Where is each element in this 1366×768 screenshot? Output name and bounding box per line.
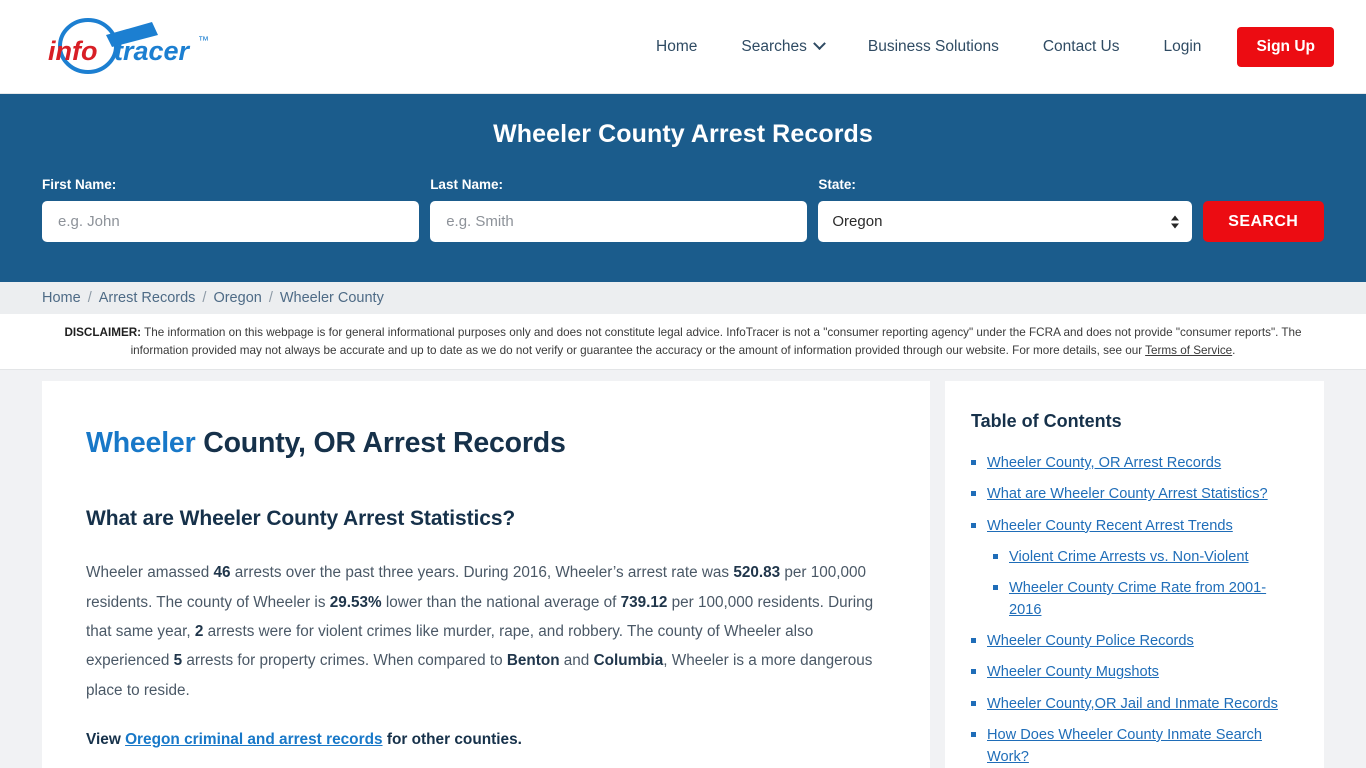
nav-label: Searches [741,37,807,55]
oregon-records-link[interactable]: Oregon criminal and arrest records [125,731,382,748]
view-prefix: View [86,731,126,749]
para-text: and [559,652,594,670]
breadcrumb-item-arrest-records[interactable]: Arrest Records [99,290,196,306]
nav-label: Contact Us [1042,37,1120,55]
stat-total-arrests: 46 [213,564,231,582]
toc-link[interactable]: How Does Wheeler County Inmate Search Wo… [987,724,1296,768]
infotracer-logo-icon: info tracer ™ [48,17,209,74]
breadcrumb-separator: / [268,290,273,306]
bullet-icon [971,669,976,675]
search-banner: Wheeler County Arrest Records First Name… [0,94,1366,282]
stat-national-average: 739.12 [620,593,668,611]
toc-item[interactable]: How Does Wheeler County Inmate Search Wo… [971,724,1296,768]
bullet-icon [971,491,976,497]
site-logo[interactable]: info tracer ™ [40,16,230,78]
breadcrumb-separator: / [87,290,92,306]
search-button[interactable]: SEARCH [1202,201,1324,242]
chevron-down-icon [812,37,826,51]
state-label: State: [818,177,856,192]
breadcrumb-item-home[interactable]: Home [42,290,81,306]
svg-text:info: info [48,36,97,66]
last-name-field-group: Last Name: [430,177,808,242]
nav-label: Home [656,37,698,55]
para-text: Wheeler amassed [86,564,214,582]
banner-title: Wheeler County Arrest Records [493,120,873,148]
toc-subitem[interactable]: Violent Crime Arrests vs. Non-Violent [971,546,1296,568]
para-text: arrests for property crimes. When compar… [182,652,507,670]
page-title-highlight: Wheeler [86,427,196,460]
page-title: Wheeler County, OR Arrest Records [86,427,886,460]
stat-property-arrests: 5 [173,652,183,670]
nav-item-contact-us[interactable]: Contact Us [1021,28,1142,66]
bullet-icon [971,460,976,466]
disclaimer-label: DISCLAIMER: [64,326,142,339]
bullet-icon [971,638,976,644]
toc-list: Wheeler County, OR Arrest Records What a… [971,452,1296,768]
statistics-paragraph: Wheeler amassed 46 arrests over the past… [86,558,886,705]
toc-link[interactable]: Wheeler County, OR Arrest Records [987,452,1221,474]
bullet-icon [971,522,976,528]
toc-item[interactable]: Wheeler County Mugshots [971,661,1296,683]
signup-button[interactable]: Sign Up [1237,26,1334,67]
site-header: info tracer ™ Home Searches Business Sol… [0,0,1366,94]
svg-text:™: ™ [198,35,209,47]
first-name-label: First Name: [42,177,117,192]
view-other-counties-line: View Oregon criminal and arrest records … [86,727,886,753]
para-text: lower than the national average of [381,593,621,611]
state-field-group: State: Oregon [818,177,1192,242]
first-name-input[interactable] [42,201,420,242]
toc-link[interactable]: Violent Crime Arrests vs. Non-Violent [1009,546,1249,568]
toc-item[interactable]: Wheeler County,OR Jail and Inmate Record… [971,693,1296,715]
nav-item-login[interactable]: Login [1142,28,1224,66]
breadcrumb-item-current: Wheeler County [279,290,384,306]
view-suffix: for other counties. [382,731,522,749]
toc-link[interactable]: What are Wheeler County Arrest Statistic… [987,483,1268,505]
breadcrumb-item-oregon[interactable]: Oregon [213,290,261,306]
compare-county-columbia: Columbia [593,652,664,670]
page-body: Wheeler County, OR Arrest Records What a… [0,370,1366,768]
stat-arrest-rate: 520.83 [733,564,781,582]
main-navigation: Home Searches Business Solutions Contact… [634,26,1334,67]
bullet-icon [993,584,998,590]
nav-item-home[interactable]: Home [634,28,719,66]
toc-item[interactable]: What are Wheeler County Arrest Statistic… [971,483,1296,505]
bullet-icon [971,731,976,737]
toc-item[interactable]: Wheeler County Police Records [971,630,1296,652]
toc-link[interactable]: Wheeler County Mugshots [987,661,1159,683]
toc-link[interactable]: Wheeler County Recent Arrest Trends [987,515,1233,537]
toc-link[interactable]: Wheeler County Crime Rate from 2001-2016 [1009,577,1296,621]
toc-title: Table of Contents [971,411,1122,432]
table-of-contents-card: Table of Contents Wheeler County, OR Arr… [945,381,1324,768]
toc-link[interactable]: Wheeler County,OR Jail and Inmate Record… [987,693,1278,715]
last-name-input[interactable] [430,201,808,242]
para-text: arrests over the past three years. Durin… [230,564,734,582]
nav-item-searches[interactable]: Searches [719,28,845,66]
last-name-label: Last Name: [430,177,503,192]
terms-of-service-link[interactable]: Terms of Service [1145,344,1232,357]
nav-item-business-solutions[interactable]: Business Solutions [846,28,1021,66]
disclaimer-text: The information on this webpage is for g… [130,326,1302,358]
first-name-field-group: First Name: [42,177,420,242]
bullet-icon [993,553,998,559]
nav-label: Login [1163,37,1202,55]
main-content-card: Wheeler County, OR Arrest Records What a… [42,381,930,768]
toc-link[interactable]: Wheeler County Police Records [987,630,1194,652]
toc-item[interactable]: Wheeler County Recent Arrest Trends [971,515,1296,537]
toc-subitem[interactable]: Wheeler County Crime Rate from 2001-2016 [971,577,1296,621]
bullet-icon [971,700,976,706]
toc-item[interactable]: Wheeler County, OR Arrest Records [971,452,1296,474]
disclaimer-tail: . [1232,344,1236,358]
disclaimer-notice: DISCLAIMER: The information on this webp… [0,314,1366,371]
breadcrumb-separator: / [202,290,207,306]
section-heading-arrest-statistics: What are Wheeler County Arrest Statistic… [86,507,516,531]
search-form: First Name: Last Name: State: Oregon SEA… [0,177,1366,242]
svg-text:tracer: tracer [114,36,191,66]
nav-label: Business Solutions [867,37,999,55]
page-title-rest: County, OR Arrest Records [195,427,566,460]
stat-percent-lower: 29.53% [329,593,382,611]
compare-county-benton: Benton [506,652,560,670]
breadcrumb: Home / Arrest Records / Oregon / Wheeler… [0,282,1366,314]
state-select[interactable]: Oregon [818,201,1192,242]
